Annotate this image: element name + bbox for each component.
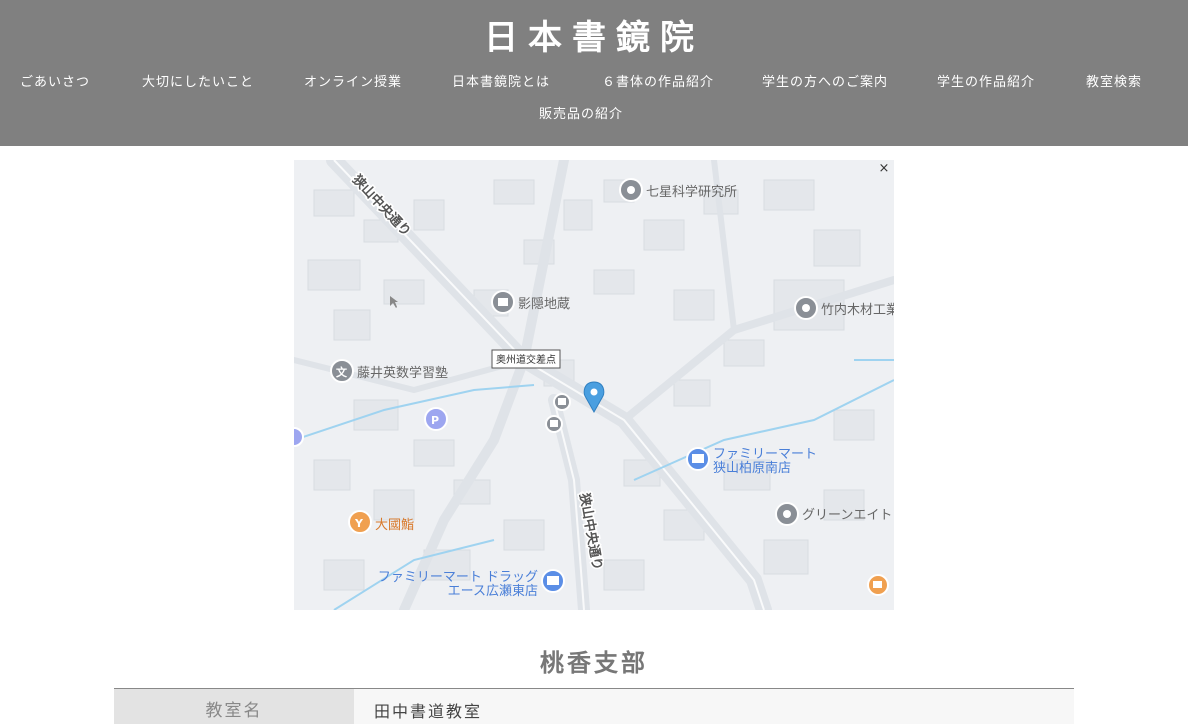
nav-item-student-guide[interactable]: 学生の方へのご案内 xyxy=(762,74,888,92)
svg-text:七星科学研究所: 七星科学研究所 xyxy=(646,184,737,200)
site-header: 日本書鏡院 xyxy=(0,0,1188,146)
nav-item-class-search[interactable]: 教室検索 xyxy=(1086,74,1142,92)
svg-text:エース広瀬東店: エース広瀬東店 xyxy=(448,583,538,599)
svg-text:ファミリーマート ドラッグ: ファミリーマート ドラッグ xyxy=(378,570,538,585)
branch-title: 桃香支部 xyxy=(540,648,648,677)
svg-text:大國鮨: 大國鮨 xyxy=(375,518,414,533)
map-intersection-label: 奥州道交差点 xyxy=(491,349,561,369)
svg-text:藤井英数学習塾: 藤井英数学習塾 xyxy=(357,365,448,381)
svg-text:ファミリーマート: ファミリーマート xyxy=(713,447,817,462)
class-name-value: 田中書道教室 xyxy=(354,689,1074,724)
svg-text:狭山柏原南店: 狭山柏原南店 xyxy=(713,460,791,476)
site-logo[interactable]: 日本書鏡院 xyxy=(0,16,1188,60)
map-poi-parking: P xyxy=(424,407,448,431)
svg-text:影隠地蔵: 影隠地蔵 xyxy=(518,297,570,312)
nav-item-online-class[interactable]: オンライン授業 xyxy=(304,74,402,92)
nav-item-values[interactable]: 大切にしたいこと xyxy=(142,74,254,92)
nav-item-products[interactable]: 販売品の紹介 xyxy=(539,106,623,124)
map-poi-cafe xyxy=(867,574,889,596)
nav-item-student-works[interactable]: 学生の作品紹介 xyxy=(937,74,1035,92)
class-name-label: 教室名 xyxy=(114,689,354,724)
map-view[interactable]: 狭山中央通り 狭山中央通り 七星科学研究所 影隠地蔵 竹内木材工業 文 藤井英数… xyxy=(294,160,894,610)
svg-text:奥州道交差点: 奥州道交差点 xyxy=(496,353,556,366)
svg-text:P: P xyxy=(431,414,439,427)
map-canvas: 狭山中央通り 狭山中央通り 七星科学研究所 影隠地蔵 竹内木材工業 文 藤井英数… xyxy=(294,160,894,610)
svg-text:グリーンエイト: グリーンエイト xyxy=(802,508,892,523)
nav-item-about[interactable]: 日本書鏡院とは xyxy=(452,74,550,92)
map-close-button[interactable]: × xyxy=(877,161,891,177)
svg-text:文: 文 xyxy=(336,365,348,379)
svg-text:竹内木材工業: 竹内木材工業 xyxy=(821,302,894,318)
svg-text:Y: Y xyxy=(354,517,364,530)
nav-item-six-styles[interactable]: ６書体の作品紹介 xyxy=(602,74,714,92)
nav-item-greeting[interactable]: ごあいさつ xyxy=(20,74,90,92)
